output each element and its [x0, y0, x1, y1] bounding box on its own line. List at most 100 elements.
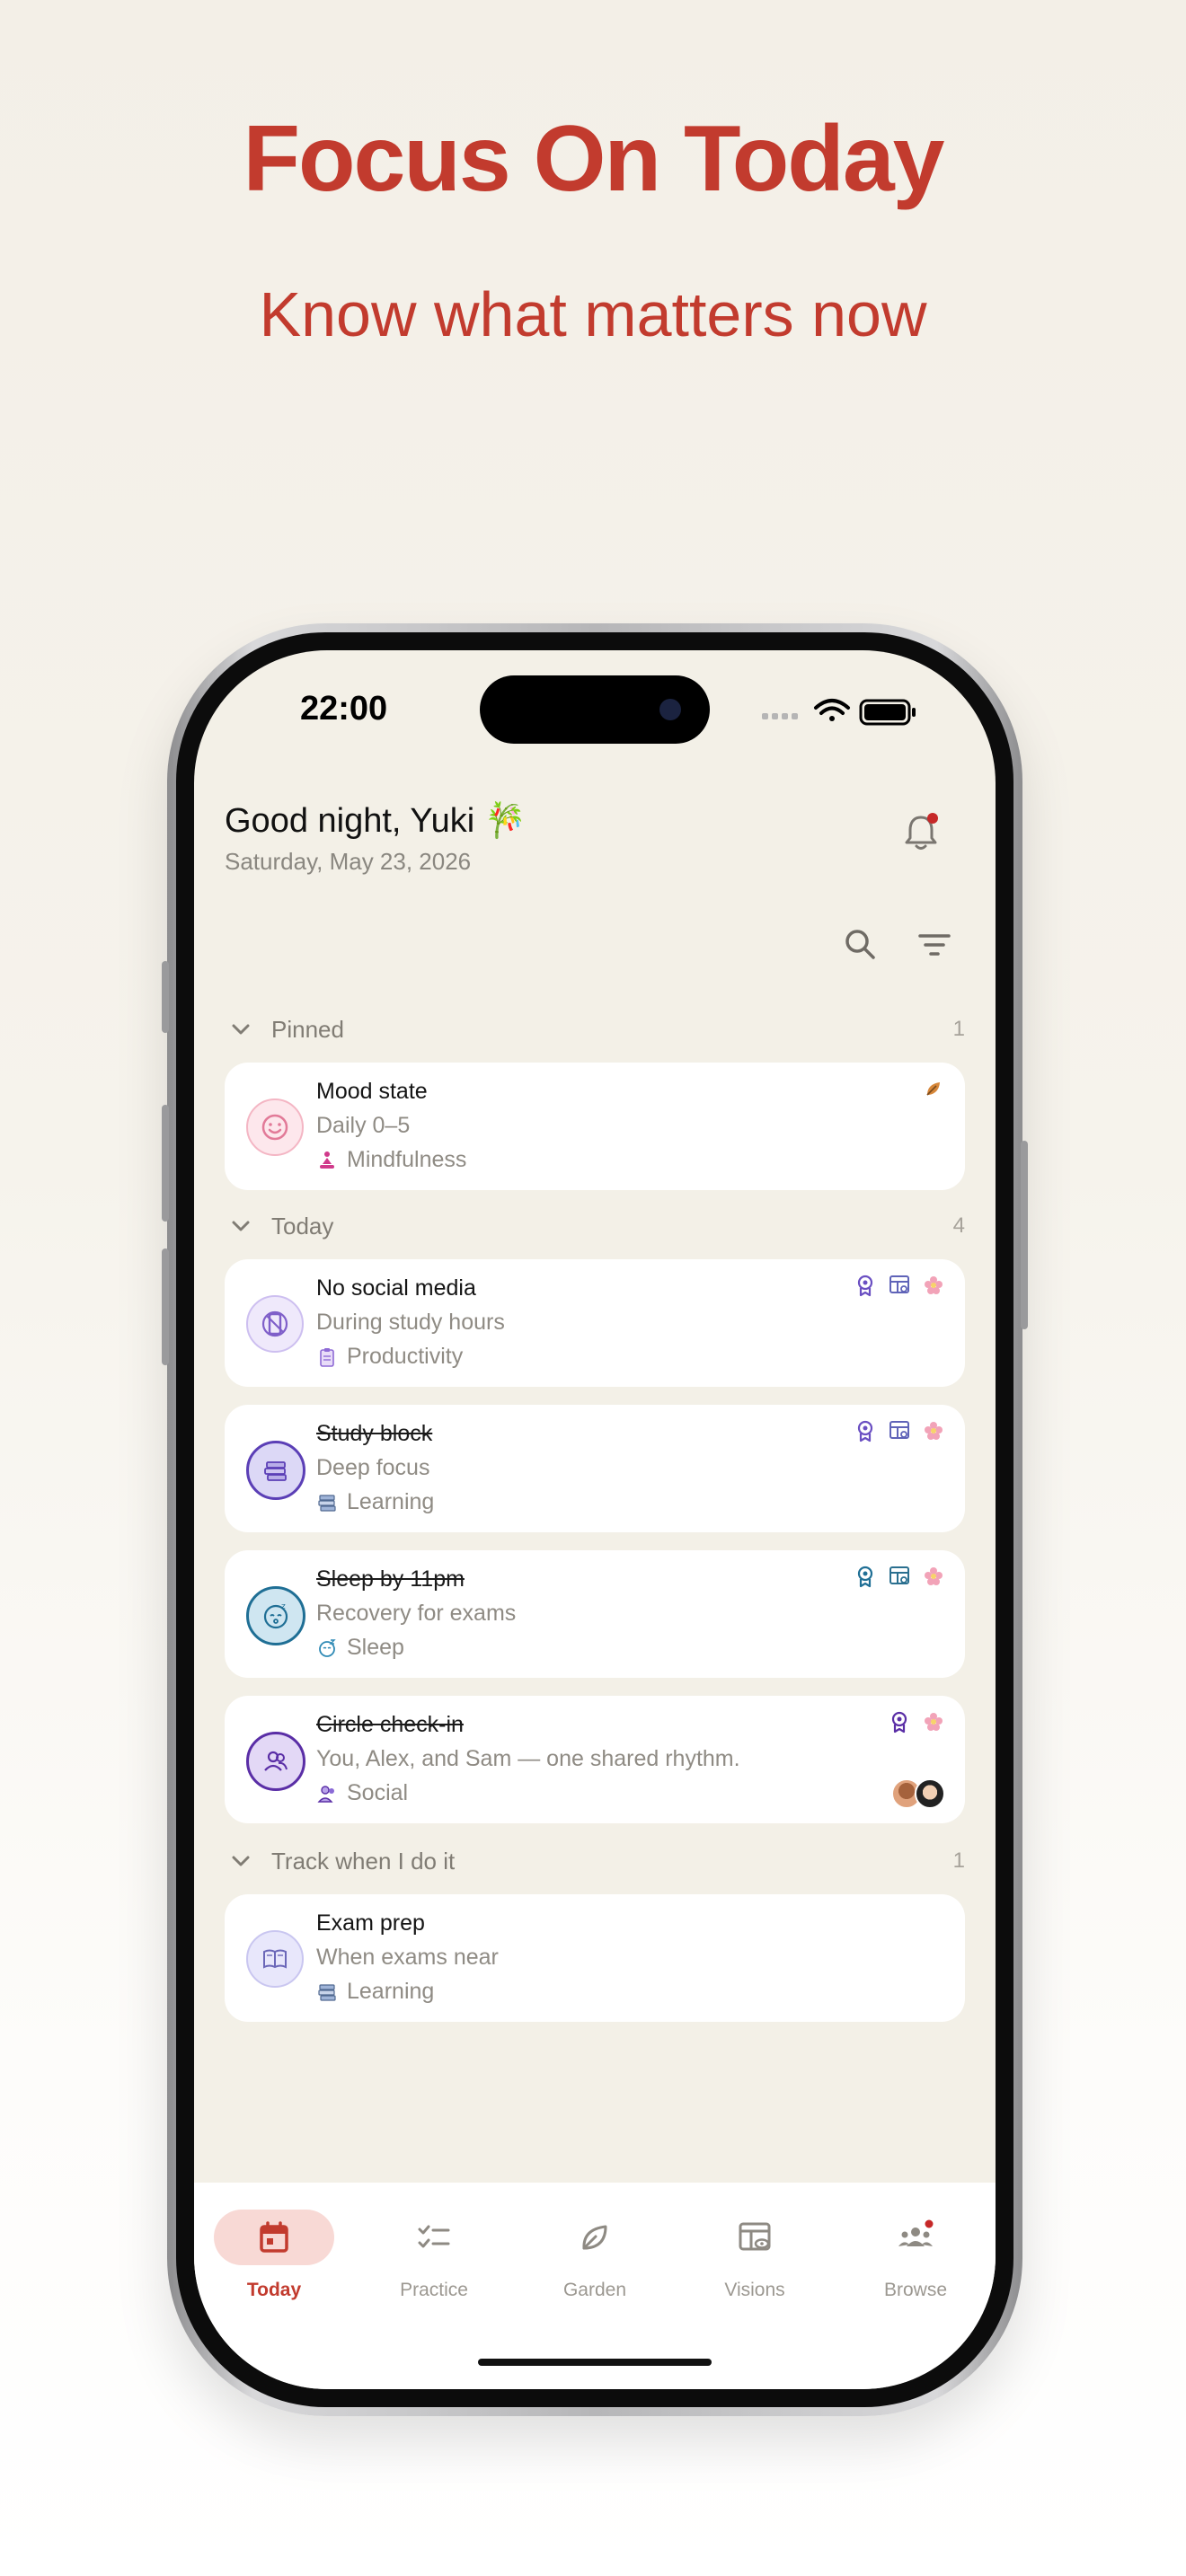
search-icon[interactable]	[839, 923, 882, 966]
filter-icon[interactable]	[913, 923, 956, 966]
habit-card-no-social-media[interactable]: No social media During study hours Produ…	[225, 1259, 965, 1387]
habit-category: Productivity	[316, 1344, 463, 1370]
vision-board-icon	[739, 2222, 771, 2251]
notification-bell-icon[interactable]	[898, 810, 943, 855]
habit-badges	[888, 1710, 945, 1734]
date: Saturday, May 23, 2026	[225, 848, 472, 875]
habit-category: Mindfulness	[316, 1147, 466, 1173]
habit-category: Learning	[316, 1489, 434, 1515]
habit-title: No social media	[316, 1275, 476, 1301]
notification-dot	[925, 2219, 934, 2228]
chevron-down-icon	[232, 1856, 250, 1866]
tab-label: Garden	[562, 2280, 627, 2300]
participant-avatars	[891, 1778, 945, 1809]
phone-action-button	[162, 961, 169, 1033]
tab-practice[interactable]: Practice	[367, 2210, 501, 2300]
habit-subtitle: Deep focus	[316, 1455, 430, 1480]
habit-category: Learning	[316, 1979, 434, 2005]
meditation-icon	[320, 1151, 334, 1169]
habit-subtitle: You, Alex, and Sam — one shared rhythm.	[316, 1746, 740, 1771]
tab-garden[interactable]: Garden	[527, 2210, 662, 2300]
flower-icon	[925, 1422, 943, 1440]
sleep-face-icon	[319, 1638, 336, 1657]
award-icon	[857, 1275, 873, 1297]
habit-category-label: Sleep	[347, 1635, 404, 1660]
habit-badges	[854, 1565, 945, 1588]
flower-icon	[925, 1567, 943, 1585]
section-header-track-when-i-do-it[interactable]: Track when I do it 1	[225, 1843, 965, 1879]
home-indicator[interactable]	[478, 2359, 712, 2366]
notification-dot	[927, 813, 938, 824]
habit-title: Study block	[316, 1421, 433, 1446]
calendar-icon	[260, 2221, 288, 2253]
habit-subtitle: When exams near	[316, 1945, 499, 1970]
tab-label: Browse	[883, 2280, 948, 2300]
chevron-down-icon	[232, 1024, 250, 1035]
habit-badges	[854, 1419, 945, 1442]
status-time: 22:00	[300, 690, 388, 728]
habit-badges	[922, 1077, 945, 1100]
camera-icon	[659, 699, 681, 720]
section-title: Today	[271, 1212, 334, 1239]
section-title: Pinned	[271, 1015, 344, 1043]
habit-card-mood-state[interactable]: Mood state Daily 0–5 Mindfulness	[225, 1063, 965, 1190]
leaf-icon	[926, 1082, 940, 1096]
dynamic-island	[480, 675, 710, 744]
tab-label: Practice	[400, 2280, 468, 2300]
habit-category-label: Learning	[347, 1979, 435, 2004]
vision-board-icon	[890, 1421, 909, 1439]
phone-screen: 22:00 Good night, Yuki 🎋 Saturday, May 2…	[194, 650, 996, 2389]
habit-category-label: Productivity	[347, 1344, 464, 1369]
no-phone-icon	[246, 1295, 304, 1353]
habit-card-exam-prep[interactable]: Exam prep When exams near Learning	[225, 1894, 965, 2022]
books-icon	[318, 1494, 336, 1512]
promo-subline: Know what matters now	[259, 279, 927, 349]
section-header-today[interactable]: Today 4	[225, 1208, 965, 1244]
habit-card-sleep[interactable]: z Sleep by 11pm Recovery for exams Sleep	[225, 1550, 965, 1678]
habit-category-label: Learning	[347, 1489, 435, 1514]
promo-headline: Focus On Today	[243, 107, 944, 211]
tab-label: Visions	[724, 2280, 785, 2300]
smiley-icon	[246, 1098, 304, 1156]
tab-today[interactable]: Today	[207, 2210, 341, 2300]
tab-visions[interactable]: Visions	[687, 2210, 822, 2300]
section-count: 1	[952, 1017, 965, 1041]
section-count: 1	[952, 1848, 965, 1873]
sleep-icon: z	[246, 1586, 305, 1645]
battery-icon	[859, 699, 916, 726]
habit-category: Sleep	[316, 1635, 404, 1661]
svg-text:z: z	[281, 1602, 286, 1611]
phone-volume-down-button	[162, 1248, 169, 1365]
habit-category: Social	[316, 1780, 408, 1806]
habit-category-label: Mindfulness	[347, 1147, 467, 1172]
cellular-signal-icon	[762, 713, 798, 719]
award-icon	[857, 1566, 873, 1588]
chevron-down-icon	[232, 1221, 250, 1231]
leaf-icon	[582, 2225, 607, 2250]
habit-card-study-block[interactable]: Study block Deep focus Learning	[225, 1405, 965, 1532]
avatar	[915, 1778, 945, 1809]
book-icon	[246, 1930, 304, 1988]
books-icon	[318, 1983, 336, 2001]
tab-browse[interactable]: Browse	[848, 2210, 983, 2300]
habit-subtitle: During study hours	[316, 1310, 505, 1335]
section-count: 4	[952, 1213, 965, 1238]
vision-board-icon	[890, 1275, 909, 1293]
group-icon	[898, 2219, 934, 2246]
habit-card-circle-check-in[interactable]: Circle check-in You, Alex, and Sam — one…	[225, 1696, 965, 1823]
flower-icon	[925, 1713, 943, 1731]
habit-title: Circle check-in	[316, 1712, 464, 1737]
habit-subtitle: Daily 0–5	[316, 1113, 411, 1138]
habit-category-label: Social	[347, 1780, 409, 1805]
flower-icon	[925, 1276, 943, 1294]
award-icon	[891, 1711, 907, 1734]
phone-volume-up-button	[162, 1105, 169, 1222]
habit-title: Sleep by 11pm	[316, 1566, 465, 1592]
wifi-icon	[814, 699, 850, 721]
people-icon	[317, 1785, 334, 1803]
tab-label: Today	[246, 2280, 302, 2300]
section-title: Track when I do it	[271, 1847, 456, 1875]
award-icon	[857, 1420, 873, 1442]
section-header-pinned[interactable]: Pinned 1	[225, 1011, 965, 1047]
status-icons	[762, 699, 916, 726]
